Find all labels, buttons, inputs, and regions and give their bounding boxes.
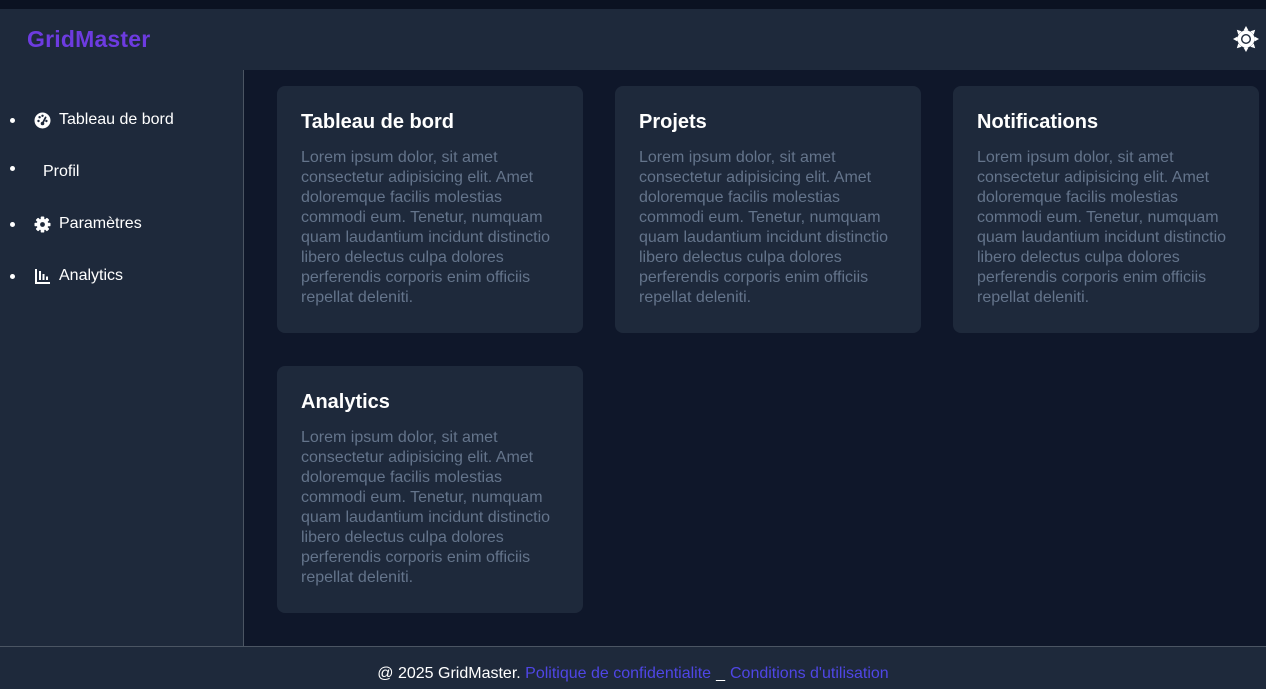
- card-body: Lorem ipsum dolor, sit amet consectetur …: [301, 429, 551, 586]
- sidebar-item-label: Paramètres: [59, 215, 142, 232]
- gear-icon: [34, 216, 51, 233]
- list-bullet: [10, 274, 15, 279]
- top-strip: [0, 0, 1266, 9]
- card-body: Lorem ipsum dolor, sit amet consectetur …: [301, 149, 551, 306]
- list-bullet: [10, 118, 15, 123]
- card-title: Analytics: [301, 391, 390, 413]
- main-content: Tableau de bord Lorem ipsum dolor, sit a…: [245, 70, 1266, 646]
- sidebar-item-analytics[interactable]: Analytics: [0, 261, 243, 291]
- sidebar-item-parametres[interactable]: Paramètres: [0, 209, 243, 239]
- card-projets: Projets Lorem ipsum dolor, sit amet cons…: [615, 86, 921, 333]
- sun-icon: [1233, 26, 1259, 52]
- app-header: GridMaster: [0, 9, 1266, 70]
- privacy-policy-link[interactable]: Politique de confidentialite: [525, 665, 711, 683]
- gauge-icon: [34, 112, 51, 129]
- card-body: Lorem ipsum dolor, sit amet consectetur …: [639, 149, 889, 306]
- sidebar-item-label: Analytics: [59, 267, 124, 284]
- sidebar-item-label: Tableau de bord: [59, 111, 174, 128]
- sidebar-item-tableau-de-bord[interactable]: Tableau de bord: [0, 105, 243, 135]
- card-title: Tableau de bord: [301, 111, 454, 133]
- chart-icon: [35, 269, 50, 284]
- footer-separator: _: [716, 665, 725, 682]
- terms-of-use-link[interactable]: Conditions d'utilisation: [730, 665, 889, 683]
- theme-toggle-button[interactable]: [1232, 25, 1260, 53]
- list-bullet: [10, 222, 15, 227]
- sidebar-item-profil[interactable]: Profil: [0, 157, 243, 187]
- list-bullet: [10, 166, 15, 171]
- sidebar: Tableau de bord Profil Paramètres Analyt…: [0, 70, 244, 646]
- card-analytics: Analytics Lorem ipsum dolor, sit amet co…: [277, 366, 583, 613]
- app-logo[interactable]: GridMaster: [27, 26, 150, 53]
- card-notifications: Notifications Lorem ipsum dolor, sit ame…: [953, 86, 1259, 333]
- card-title: Projets: [639, 111, 707, 133]
- card-tableau-de-bord: Tableau de bord Lorem ipsum dolor, sit a…: [277, 86, 583, 333]
- card-body: Lorem ipsum dolor, sit amet consectetur …: [977, 149, 1227, 306]
- footer: @ 2025 GridMaster. Politique de confiden…: [0, 646, 1266, 689]
- sidebar-item-label: Profil: [43, 163, 80, 180]
- card-title: Notifications: [977, 111, 1099, 133]
- footer-copyright: @ 2025 GridMaster.: [377, 665, 521, 682]
